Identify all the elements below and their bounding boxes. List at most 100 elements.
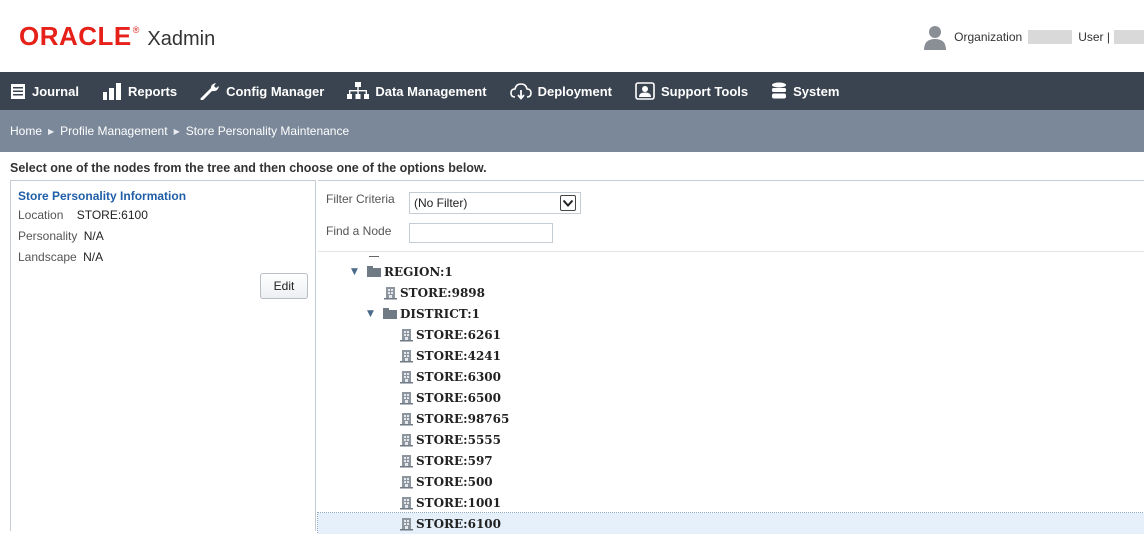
brand-name: ORACLE <box>19 21 132 51</box>
nav-system-label: System <box>793 83 840 99</box>
filter-criteria-select[interactable]: (No Filter) <box>409 192 581 214</box>
breadcrumb-separator-icon: ▶ <box>173 126 180 136</box>
personality-label: Personality <box>18 229 78 243</box>
brand-registered-mark: ® <box>132 25 140 35</box>
nav-reports[interactable]: Reports <box>102 72 177 110</box>
filter-selected-value: (No Filter) <box>414 196 468 210</box>
tree-node-store[interactable]: STORE:98765 <box>399 408 509 429</box>
tree-node-store[interactable]: STORE:6500 <box>399 387 501 408</box>
tree-divider <box>318 251 1144 252</box>
tree-node-label: STORE:500 <box>416 474 493 489</box>
nav-deployment[interactable]: Deployment <box>509 72 612 110</box>
location-label: Location <box>18 208 64 222</box>
nav-system[interactable]: System <box>771 72 839 110</box>
nav-deployment-label: Deployment <box>537 83 612 99</box>
store-tree-panel: Filter Criteria (No Filter) Find a Node … <box>317 180 1144 534</box>
store-personality-info-panel: Store Personality Information Location S… <box>10 180 316 531</box>
app-header: ORACLE ® Xadmin Organization User | <box>0 0 1144 72</box>
reports-icon <box>102 82 121 100</box>
store-building-icon <box>400 475 413 488</box>
tree-node-label: STORE:6100 <box>416 516 501 531</box>
landscape-label: Landscape <box>18 250 77 264</box>
find-node-label: Find a Node <box>326 224 392 238</box>
database-icon <box>772 82 787 99</box>
tree-node-label: STORE:5555 <box>416 432 501 447</box>
folder-icon <box>367 266 381 277</box>
tree-node-region[interactable]: ▼ REGION:1 <box>351 261 453 282</box>
store-building-icon <box>400 496 413 509</box>
folder-icon <box>383 308 397 319</box>
breadcrumb-profile-management[interactable]: Profile Management <box>60 124 167 138</box>
breadcrumb: Home ▶ Profile Management ▶ Store Person… <box>0 110 1144 152</box>
personality-value: N/A <box>83 229 104 243</box>
tree-node-label: STORE:6500 <box>416 390 501 405</box>
info-panel-title: Store Personality Information <box>18 189 187 203</box>
tree-node-store[interactable]: STORE:9898 <box>383 282 485 303</box>
location-row: Location STORE:6100 <box>18 208 148 222</box>
wrench-icon <box>200 83 220 100</box>
tree-node-label: REGION:1 <box>384 264 453 279</box>
user-value-redacted <box>1114 30 1144 44</box>
tree-root-collapse-line <box>369 256 379 257</box>
user-avatar-icon <box>924 26 947 50</box>
breadcrumb-separator-icon: ▶ <box>48 126 55 136</box>
tree-node-label: DISTRICT:1 <box>400 306 481 321</box>
filter-criteria-label: Filter Criteria <box>326 192 395 206</box>
personality-row: Personality N/A <box>18 229 104 243</box>
chevron-down-icon[interactable] <box>560 195 576 211</box>
page-instructions: Select one of the nodes from the tree an… <box>10 161 487 175</box>
tree-node-label: STORE:6300 <box>416 369 501 384</box>
tree-node-label: STORE:98765 <box>416 411 510 426</box>
hierarchy-icon <box>347 82 370 99</box>
store-building-icon <box>400 412 413 425</box>
tree-node-store[interactable]: STORE:597 <box>399 450 493 471</box>
store-building-icon <box>400 370 413 383</box>
nav-data-management[interactable]: Data Management <box>347 72 487 110</box>
nav-config-manager-label: Config Manager <box>226 83 325 99</box>
nav-data-management-label: Data Management <box>375 83 487 99</box>
store-building-icon <box>384 286 397 299</box>
tree-node-store[interactable]: STORE:1001 <box>399 492 501 513</box>
tree-node-label: STORE:9898 <box>400 285 485 300</box>
nav-support-tools-label: Support Tools <box>660 83 749 99</box>
landscape-row: Landscape N/A <box>18 250 103 264</box>
journal-icon <box>11 83 25 99</box>
store-building-icon <box>400 454 413 467</box>
expand-arrow-icon[interactable]: ▼ <box>367 309 379 319</box>
breadcrumb-current-page: Store Personality Maintenance <box>185 124 350 138</box>
store-building-icon <box>400 328 413 341</box>
expand-arrow-icon[interactable]: ▼ <box>351 267 363 277</box>
store-building-icon <box>400 433 413 446</box>
tree-node-store[interactable]: STORE:5555 <box>399 429 501 450</box>
breadcrumb-home[interactable]: Home <box>10 124 42 138</box>
user-area: Organization User | <box>922 24 1144 50</box>
find-node-input[interactable] <box>409 223 553 243</box>
tree-node-store[interactable]: STORE:6261 <box>399 324 501 345</box>
tree-node-store[interactable]: STORE:500 <box>399 471 493 492</box>
main-nav: Journal Reports Config Manager Data Mana… <box>0 72 1144 110</box>
user-label[interactable]: User | <box>1078 30 1110 44</box>
nav-reports-label: Reports <box>127 83 178 99</box>
store-building-icon <box>400 349 413 362</box>
location-value: STORE:6100 <box>76 208 148 222</box>
tree-node-label: STORE:6261 <box>416 327 501 342</box>
tree-node-label: STORE:1001 <box>416 495 501 510</box>
nav-journal-label: Journal <box>32 83 79 99</box>
tree-node-store[interactable]: STORE:4241 <box>399 345 501 366</box>
oracle-logo: ORACLE ® Xadmin <box>19 21 215 52</box>
support-icon <box>635 82 655 100</box>
app-name: Xadmin <box>147 28 216 50</box>
tree-node-store[interactable]: STORE:6300 <box>399 366 501 387</box>
tree-node-label: STORE:4241 <box>416 348 501 363</box>
store-building-icon <box>400 517 413 530</box>
nav-config-manager[interactable]: Config Manager <box>200 72 324 110</box>
organization-value-redacted <box>1028 30 1073 44</box>
nav-journal[interactable]: Journal <box>10 72 79 110</box>
cloud-download-icon <box>509 83 532 100</box>
tree-node-district[interactable]: ▼ DISTRICT:1 <box>367 303 480 324</box>
nav-support-tools[interactable]: Support Tools <box>635 72 748 110</box>
edit-button[interactable]: Edit <box>260 273 308 299</box>
organization-label: Organization <box>954 30 1023 44</box>
store-building-icon <box>400 391 413 404</box>
tree-node-label: STORE:597 <box>416 453 493 468</box>
